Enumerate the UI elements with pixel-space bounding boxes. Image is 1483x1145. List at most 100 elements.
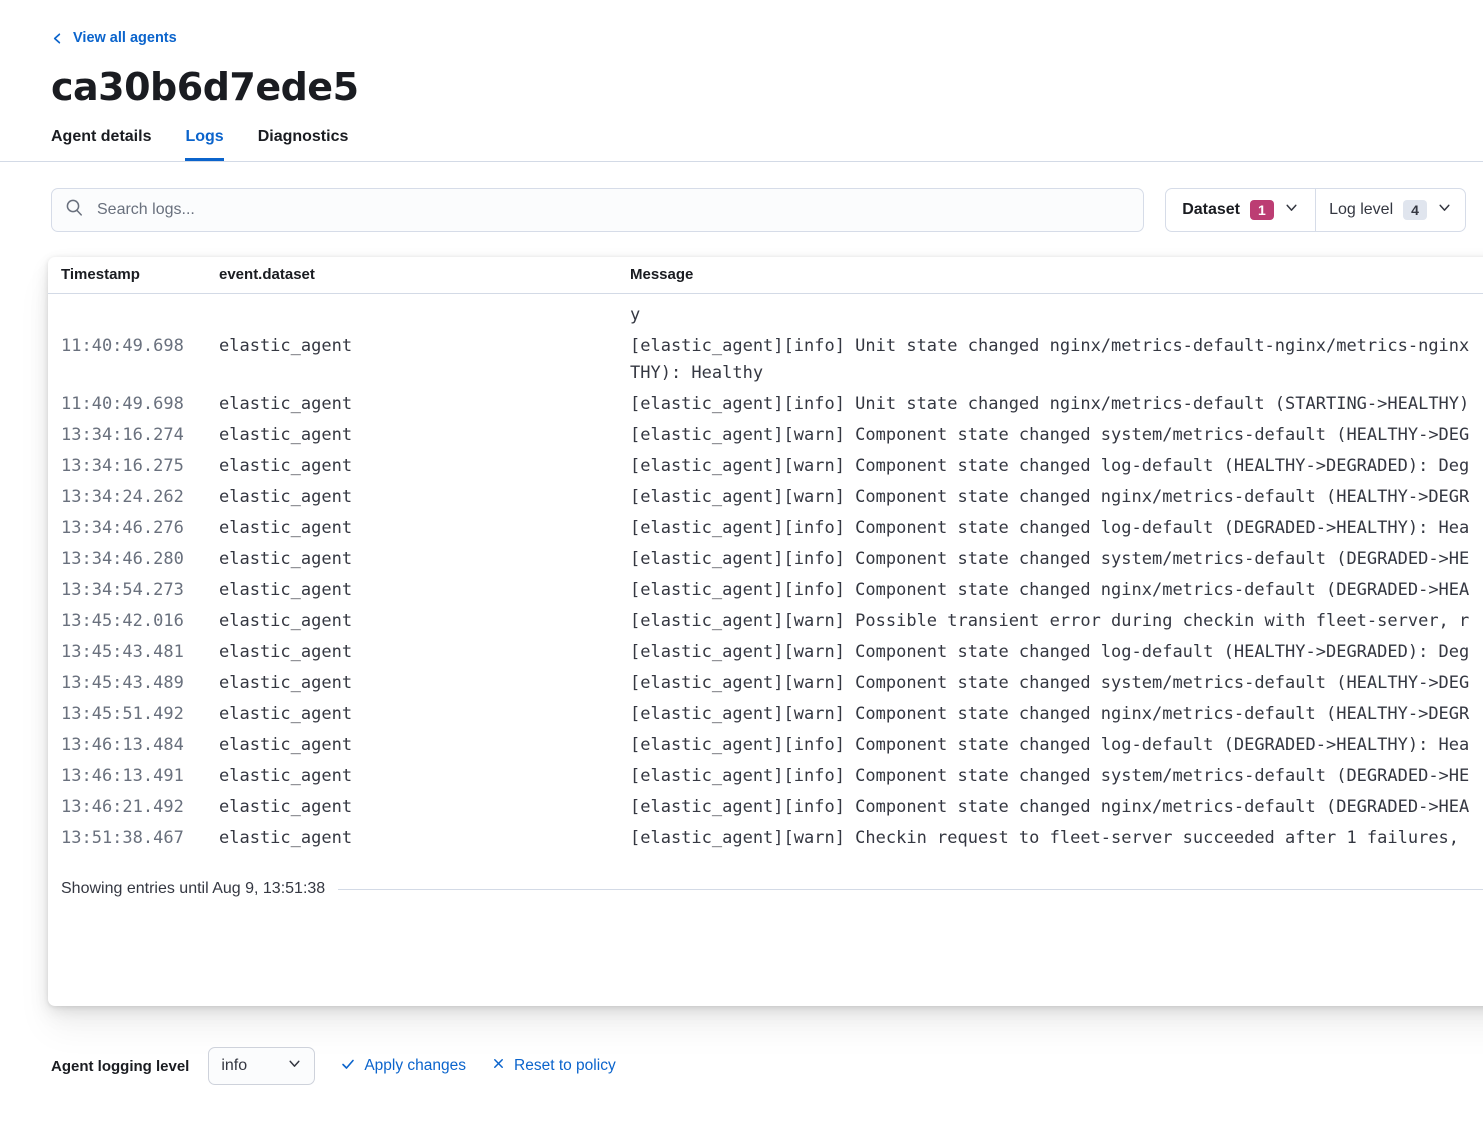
log-message: [elastic_agent][info] Component state ch… (630, 577, 1483, 604)
table-row: 13:34:46.276 elastic_agent [elastic_agen… (48, 513, 1483, 544)
apply-changes-label: Apply changes (364, 1057, 466, 1075)
table-row: 13:45:43.489 elastic_agent [elastic_agen… (48, 668, 1483, 699)
log-timestamp: 13:45:43.489 (61, 670, 219, 697)
reset-to-policy-link[interactable]: Reset to policy (492, 1057, 616, 1075)
agent-logging-level-label: Agent logging level (51, 1058, 189, 1075)
log-dataset: elastic_agent (219, 515, 630, 542)
log-list: y 11:40:49.698 elastic_agent [elastic_ag… (48, 294, 1483, 854)
table-header: Timestamp event.dataset Message (48, 257, 1483, 294)
log-message: [elastic_agent][warn] Component state ch… (630, 453, 1483, 480)
log-dataset: elastic_agent (219, 577, 630, 604)
log-timestamp: 13:34:16.274 (61, 422, 219, 449)
chevron-down-icon (287, 1056, 302, 1076)
entries-until-note: Showing entries until Aug 9, 13:51:38 (61, 880, 325, 898)
table-row: 13:45:51.492 elastic_agent [elastic_agen… (48, 699, 1483, 730)
dataset-filter-button[interactable]: Dataset 1 (1166, 189, 1315, 231)
table-row: 11:40:49.698 elastic_agent [elastic_agen… (48, 331, 1483, 389)
log-message: y (630, 302, 1483, 329)
log-message: [elastic_agent][info] Component state ch… (630, 732, 1483, 759)
column-header-timestamp: Timestamp (61, 266, 219, 283)
log-timestamp: 13:45:42.016 (61, 608, 219, 635)
log-dataset: elastic_agent (219, 794, 630, 821)
log-timestamp: 13:34:46.280 (61, 546, 219, 573)
logs-toolbar: Dataset 1 Log level 4 (51, 188, 1466, 232)
log-dataset: elastic_agent (219, 333, 630, 360)
log-message: [elastic_agent][warn] Component state ch… (630, 422, 1483, 449)
dataset-filter-label: Dataset (1182, 201, 1240, 219)
column-header-message: Message (630, 266, 1483, 283)
chevron-left-icon (51, 32, 64, 45)
log-dataset: elastic_agent (219, 701, 630, 728)
tab-agent-details[interactable]: Agent details (51, 128, 151, 161)
table-row: 13:34:16.275 elastic_agent [elastic_agen… (48, 451, 1483, 482)
view-all-agents-link[interactable]: View all agents (51, 30, 177, 46)
log-message: [elastic_agent][info] Component state ch… (630, 763, 1483, 790)
table-row: y (48, 300, 1483, 331)
page-header: View all agents ca30b6d7ede5 Agent detai… (0, 0, 1483, 162)
log-timestamp: 13:46:13.491 (61, 763, 219, 790)
tab-bar: Agent details Logs Diagnostics (51, 128, 1435, 161)
dataset-filter-badge: 1 (1250, 200, 1274, 220)
close-icon (492, 1057, 505, 1075)
search-input[interactable] (95, 200, 1130, 220)
logs-panel: Timestamp event.dataset Message y 11:40:… (48, 257, 1483, 1006)
log-dataset: elastic_agent (219, 732, 630, 759)
table-row: 13:34:24.262 elastic_agent [elastic_agen… (48, 482, 1483, 513)
table-row: 11:40:49.698 elastic_agent [elastic_agen… (48, 389, 1483, 420)
log-dataset: elastic_agent (219, 670, 630, 697)
table-row: 13:34:16.274 elastic_agent [elastic_agen… (48, 420, 1483, 451)
log-level-filter-label: Log level (1329, 201, 1393, 219)
log-message: [elastic_agent][warn] Checkin request to… (630, 825, 1483, 852)
log-timestamp: 13:34:16.275 (61, 453, 219, 480)
log-timestamp: 13:34:46.276 (61, 515, 219, 542)
table-footer: Showing entries until Aug 9, 13:51:38 (61, 880, 1483, 898)
search-icon (65, 198, 84, 222)
tab-logs[interactable]: Logs (185, 128, 223, 161)
log-dataset: elastic_agent (219, 546, 630, 573)
table-row: 13:46:21.492 elastic_agent [elastic_agen… (48, 792, 1483, 823)
reset-to-policy-label: Reset to policy (514, 1057, 616, 1075)
check-icon (341, 1057, 355, 1076)
log-timestamp: 13:34:24.262 (61, 484, 219, 511)
log-message: [elastic_agent][warn] Component state ch… (630, 484, 1483, 511)
table-row: 13:45:43.481 elastic_agent [elastic_agen… (48, 637, 1483, 668)
log-dataset: elastic_agent (219, 608, 630, 635)
log-timestamp: 13:51:38.467 (61, 825, 219, 852)
table-row: 13:51:38.467 elastic_agent [elastic_agen… (48, 823, 1483, 854)
log-dataset: elastic_agent (219, 639, 630, 666)
log-level-filter-button[interactable]: Log level 4 (1315, 189, 1465, 231)
log-message: [elastic_agent][info] Component state ch… (630, 546, 1483, 573)
logging-level-select[interactable]: info (208, 1047, 315, 1085)
table-row: 13:45:42.016 elastic_agent [elastic_agen… (48, 606, 1483, 637)
log-timestamp: 13:46:21.492 (61, 794, 219, 821)
log-message: [elastic_agent][info] Component state ch… (630, 794, 1483, 821)
log-dataset: elastic_agent (219, 453, 630, 480)
search-box (51, 188, 1144, 232)
log-message: [elastic_agent][warn] Component state ch… (630, 701, 1483, 728)
apply-changes-link[interactable]: Apply changes (341, 1057, 466, 1076)
log-dataset: elastic_agent (219, 391, 630, 418)
table-row: 13:34:46.280 elastic_agent [elastic_agen… (48, 544, 1483, 575)
log-timestamp: 13:46:13.484 (61, 732, 219, 759)
end-of-entries-divider (338, 889, 1483, 890)
log-message: [elastic_agent][warn] Component state ch… (630, 670, 1483, 697)
log-timestamp: 11:40:49.698 (61, 391, 219, 418)
log-dataset: elastic_agent (219, 763, 630, 790)
back-link-label: View all agents (73, 30, 177, 46)
log-level-filter-badge: 4 (1403, 200, 1427, 220)
table-row: 13:46:13.491 elastic_agent [elastic_agen… (48, 761, 1483, 792)
chevron-down-icon (1437, 200, 1452, 220)
log-message: [elastic_agent][info] Unit state changed… (630, 333, 1483, 387)
log-message: [elastic_agent][info] Component state ch… (630, 515, 1483, 542)
log-timestamp: 13:34:54.273 (61, 577, 219, 604)
tab-diagnostics[interactable]: Diagnostics (258, 128, 349, 161)
log-message: [elastic_agent][info] Unit state changed… (630, 391, 1483, 418)
log-message: [elastic_agent][warn] Component state ch… (630, 639, 1483, 666)
page-title: ca30b6d7ede5 (51, 65, 1435, 111)
log-dataset: elastic_agent (219, 484, 630, 511)
column-header-event-dataset: event.dataset (219, 266, 630, 283)
log-dataset: elastic_agent (219, 825, 630, 852)
log-timestamp: 13:45:51.492 (61, 701, 219, 728)
log-timestamp: 11:40:49.698 (61, 333, 219, 360)
chevron-down-icon (1284, 200, 1299, 220)
